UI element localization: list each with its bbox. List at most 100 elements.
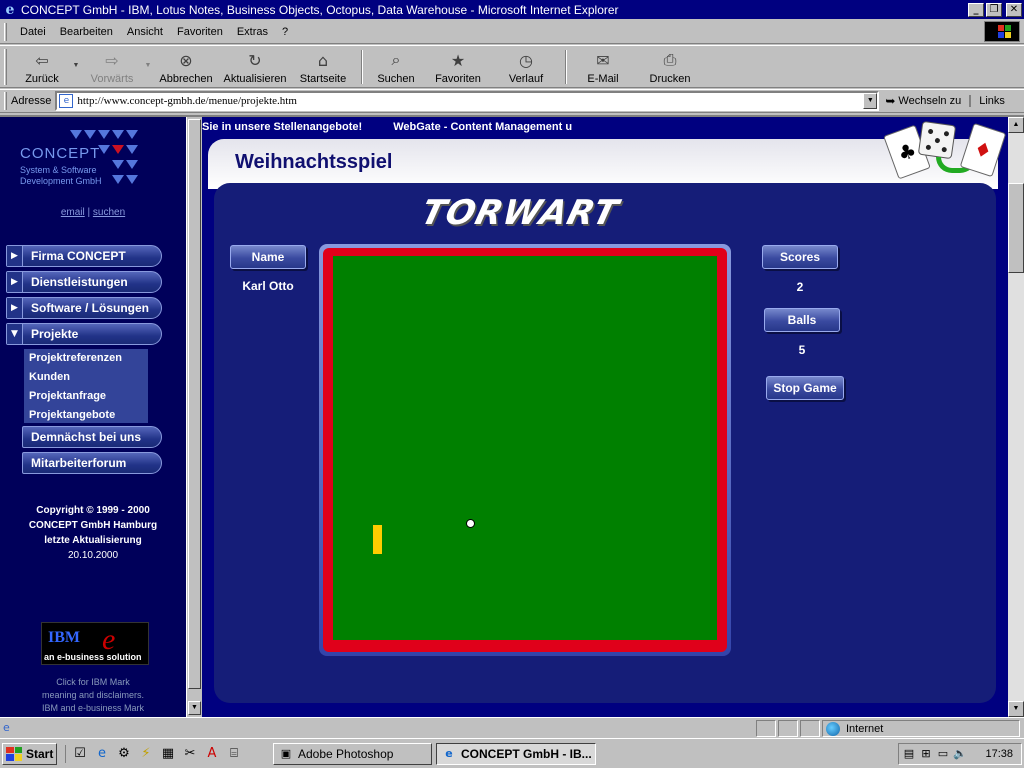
menu-edit[interactable]: Bearbeiten: [53, 26, 120, 38]
clock: 17:38: [985, 748, 1013, 760]
search-button[interactable]: ⌕ Suchen: [369, 46, 423, 88]
menu-help[interactable]: ?: [275, 26, 295, 38]
subnav-projektangebote[interactable]: Projektangebote: [24, 406, 148, 425]
minimize-button[interactable]: _: [968, 2, 984, 17]
check-icon[interactable]: ☑: [71, 745, 89, 763]
projekte-submenu: Projektreferenzen Kunden Projektanfrage …: [24, 349, 148, 423]
scores-value: 2: [796, 280, 804, 294]
favorites-folder-icon: ★: [450, 50, 466, 70]
stop-icon: ⊗: [179, 50, 193, 70]
toolbar-separator: [361, 50, 363, 84]
scissors-icon[interactable]: ✂: [181, 745, 199, 763]
home-icon: ⌂: [317, 50, 329, 70]
restore-button[interactable]: ❐: [986, 2, 1002, 17]
close-button[interactable]: ✕: [1006, 2, 1022, 17]
address-url[interactable]: http://www.concept-gmbh.de/menue/projekt…: [77, 95, 297, 107]
history-icon: ◷: [519, 50, 533, 70]
player-name: Karl Otto: [242, 279, 294, 293]
left-scroll-thumb[interactable]: [188, 119, 201, 689]
toolbar-grip: [4, 49, 7, 85]
links-button[interactable]: Links: [969, 95, 1005, 107]
ibm-ebusiness-logo[interactable]: IBM e an e-business solution: [41, 622, 149, 665]
stop-game-button[interactable]: Stop Game: [766, 376, 844, 400]
game-field-frame: [319, 244, 731, 656]
window-title: CONCEPT GmbH - IBM, Lotus Notes, Busines…: [21, 2, 619, 17]
drive-icon[interactable]: ⌸: [225, 745, 243, 763]
network-icon[interactable]: ⚙: [115, 745, 133, 763]
internet-explorer-icon: e: [5, 1, 15, 18]
stop-button[interactable]: ⊗ Abbrechen: [153, 46, 219, 88]
status-cell: [778, 720, 798, 737]
home-button[interactable]: ⌂ Startseite: [291, 46, 355, 88]
forward-dropdown-icon[interactable]: ▼: [143, 62, 153, 69]
subnav-projektreferenzen[interactable]: Projektreferenzen: [24, 349, 148, 368]
diamond-card-icon: ♦: [959, 122, 1007, 178]
main-frame-scrollbar[interactable]: ▲ ▼: [1008, 117, 1024, 717]
tray-app-icon[interactable]: ▤: [902, 747, 916, 761]
main-frame: Sie in unsere Stellenangebote! WebGate -…: [202, 117, 1008, 717]
scroll-up-icon[interactable]: ▲: [1008, 117, 1024, 133]
search-link[interactable]: suchen: [93, 207, 125, 218]
name-header: Name: [230, 245, 306, 269]
nav-demnaechst[interactable]: Demnächst bei uns: [22, 426, 162, 448]
title-bar: e CONCEPT GmbH - IBM, Lotus Notes, Busin…: [0, 0, 1024, 19]
address-grip: [4, 92, 7, 110]
nav-dienstleistungen[interactable]: ▶ Dienstleistungen: [6, 271, 162, 293]
internet-explorer-icon: e: [445, 747, 453, 760]
calculator-icon[interactable]: ▦: [159, 745, 177, 763]
page-icon: e: [59, 94, 74, 108]
menu-tools[interactable]: Extras: [230, 26, 275, 38]
print-button[interactable]: ⎙ Drucken: [633, 46, 707, 88]
game-field[interactable]: [333, 256, 717, 640]
refresh-button[interactable]: ↻ Aktualisieren: [219, 46, 291, 88]
nav-projekte[interactable]: ▼ Projekte: [6, 323, 162, 345]
go-button[interactable]: ➥ Wechseln zu: [885, 94, 961, 108]
back-dropdown-icon[interactable]: ▼: [71, 62, 81, 69]
address-dropdown-icon[interactable]: ▼: [863, 93, 878, 109]
goalkeeper-paddle[interactable]: [373, 525, 382, 554]
task-concept-gmbh[interactable]: e CONCEPT GmbH - IB...: [436, 743, 596, 765]
task-adobe-photoshop[interactable]: ▣ Adobe Photoshop: [273, 743, 432, 765]
menu-view[interactable]: Ansicht: [120, 26, 170, 38]
concept-logo[interactable]: CONCEPT System & Software Development Gm…: [18, 129, 168, 199]
start-button[interactable]: Start: [2, 742, 57, 765]
nav-firma-concept[interactable]: ▶ Firma CONCEPT: [6, 245, 162, 267]
nav-mitarbeiterforum[interactable]: Mitarbeiterforum: [22, 452, 162, 474]
menu-favorites[interactable]: Favoriten: [170, 26, 230, 38]
menu-file[interactable]: Datei: [13, 26, 53, 38]
tray-network-icon[interactable]: ⊞: [919, 747, 933, 761]
internet-explorer-icon[interactable]: e: [93, 745, 111, 763]
utility-links: email | suchen: [60, 207, 126, 218]
play-right-icon: ▶: [7, 246, 23, 266]
main-scroll-thumb[interactable]: [1008, 183, 1024, 273]
system-tray: ▤ ⊞ ▭ 🔈 17:38: [898, 743, 1022, 765]
balls-header: Balls: [764, 308, 840, 332]
mail-button[interactable]: ✉ E-Mail: [573, 46, 633, 88]
play-right-icon: ▶: [7, 272, 23, 292]
subnav-projektanfrage[interactable]: Projektanfrage: [24, 387, 148, 406]
balls-value: 5: [798, 343, 806, 357]
scores-header: Scores: [762, 245, 838, 269]
lightning-icon[interactable]: ⚡: [137, 745, 155, 763]
browser-content: CONCEPT System & Software Development Gm…: [0, 115, 1024, 717]
status-cell: [800, 720, 820, 737]
page-title: Weihnachtsspiel: [235, 151, 393, 173]
forward-button[interactable]: ⇨ Vorwärts: [81, 46, 143, 88]
acrobat-icon[interactable]: A: [203, 745, 221, 763]
tray-monitor-icon[interactable]: ▭: [936, 747, 950, 761]
scroll-down-icon[interactable]: ▼: [1008, 701, 1024, 717]
nav-software-loesungen[interactable]: ▶ Software / Lösungen: [6, 297, 162, 319]
address-input[interactable]: e http://www.concept-gmbh.de/menue/proje…: [55, 91, 880, 111]
play-down-icon: ▼: [7, 324, 23, 344]
left-frame-scrollbar[interactable]: ▼: [186, 117, 202, 717]
speaker-icon[interactable]: 🔈: [953, 747, 967, 761]
favorites-button[interactable]: ★ Favoriten: [423, 46, 493, 88]
printer-icon: ⎙: [663, 50, 677, 69]
back-button[interactable]: ⇦ Zurück: [13, 46, 71, 88]
window-controls: _ ❐ ✕: [968, 2, 1022, 17]
subnav-kunden[interactable]: Kunden: [24, 368, 148, 387]
menu-grip: [4, 22, 7, 41]
history-button[interactable]: ◷ Verlauf: [493, 46, 559, 88]
email-link[interactable]: email: [61, 207, 85, 218]
scroll-down-icon[interactable]: ▼: [188, 701, 201, 715]
